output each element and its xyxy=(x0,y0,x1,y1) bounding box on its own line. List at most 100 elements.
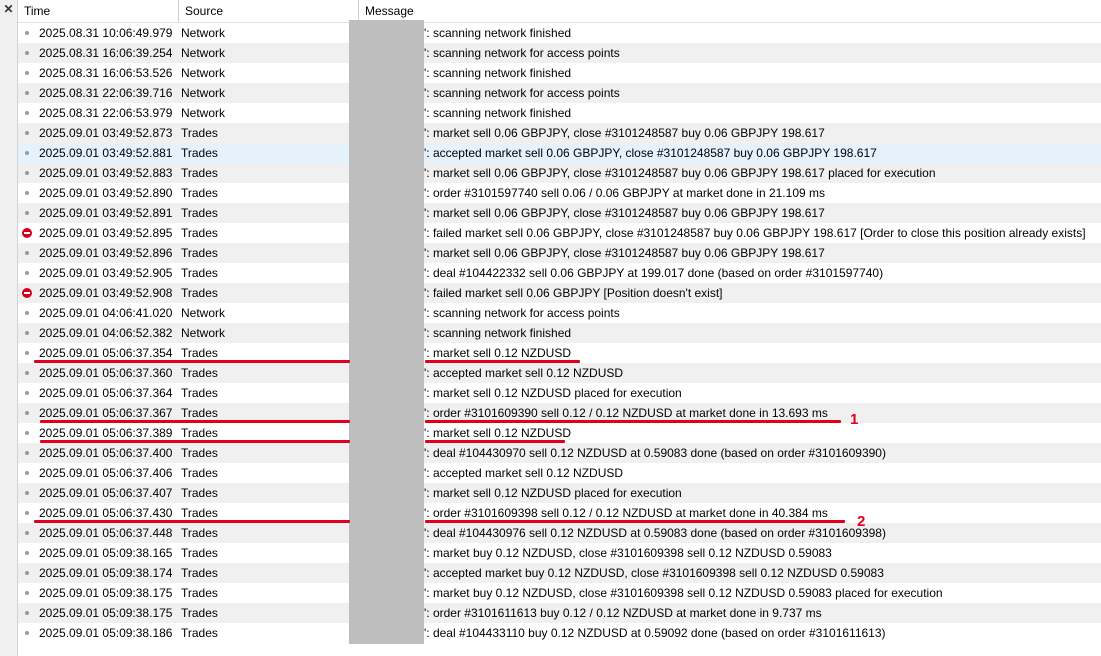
time-cell: 2025.09.01 05:06:37.360 xyxy=(39,366,173,380)
side-panel: ✕ ox xyxy=(0,0,18,656)
time-cell: 2025.09.01 05:06:37.406 xyxy=(39,466,173,480)
info-dot-icon xyxy=(22,103,34,123)
table-row[interactable]: 2025.09.01 05:09:38.165 Trades ': market b… xyxy=(18,543,1101,563)
table-row[interactable]: 2025.09.01 05:09:38.175 Trades ': market b… xyxy=(18,583,1101,603)
message-cell: ': accepted market sell 0.06 GBPJPY, clo… xyxy=(424,146,877,160)
info-dot-icon xyxy=(22,563,34,583)
annotation-underline xyxy=(425,360,580,363)
table-row[interactable]: 2025.09.01 05:06:37.406 Trades ': accepted… xyxy=(18,463,1101,483)
time-cell: 2025.08.31 16:06:53.526 xyxy=(39,66,173,80)
source-cell: Trades xyxy=(181,286,218,300)
table-row[interactable]: 2025.09.01 04:06:52.382 Network ': scannin… xyxy=(18,323,1101,343)
source-cell: Trades xyxy=(181,626,218,640)
journal-log-list: 2025.08.31 10:06:49.979 Network ': scannin… xyxy=(18,23,1101,643)
source-cell: Trades xyxy=(181,186,218,200)
column-header-source[interactable]: Source xyxy=(179,0,359,22)
table-row[interactable]: 2025.09.01 05:09:38.174 Trades ': accepted… xyxy=(18,563,1101,583)
info-dot-icon xyxy=(22,603,34,623)
journal-header: Time Source Message xyxy=(18,0,1101,23)
source-cell: Network xyxy=(181,26,226,40)
message-cell: ': market sell 0.06 GBPJPY, close #31012… xyxy=(424,126,825,140)
info-dot-icon xyxy=(22,23,34,43)
info-dot-icon xyxy=(22,263,34,283)
info-dot-icon xyxy=(22,243,34,263)
message-cell: ': market buy 0.12 NZDUSD, close #310160… xyxy=(424,586,943,600)
table-row[interactable]: 2025.09.01 05:06:37.360 Trades ': accepted… xyxy=(18,363,1101,383)
table-row[interactable]: 2025.09.01 03:49:52.905 Trades ': deal #10… xyxy=(18,263,1101,283)
message-cell: ': market sell 0.12 NZDUSD placed for ex… xyxy=(424,386,682,400)
time-cell: 2025.08.31 22:06:39.716 xyxy=(39,86,173,100)
table-row[interactable]: 2025.09.01 05:06:37.407 Trades ': market s… xyxy=(18,483,1101,503)
table-row[interactable]: 2025.09.01 05:09:38.186 Trades ': deal #10… xyxy=(18,623,1101,643)
table-row[interactable]: 2025.08.31 16:06:39.254 Network ': scannin… xyxy=(18,43,1101,63)
message-cell: ': failed market sell 0.06 GBPJPY [Posit… xyxy=(424,286,723,300)
table-row[interactable]: 2025.09.01 03:49:52.896 Trades ': market s… xyxy=(18,243,1101,263)
table-row[interactable]: 2025.09.01 03:49:52.881 Trades ': accepted… xyxy=(18,143,1101,163)
source-cell: Trades xyxy=(181,146,218,160)
source-cell: Network xyxy=(181,86,226,100)
table-row[interactable]: 2025.09.01 03:49:52.891 Trades ': market s… xyxy=(18,203,1101,223)
source-cell: Trades xyxy=(181,366,218,380)
redacted-area xyxy=(349,20,424,644)
source-cell: Trades xyxy=(181,566,218,580)
annotation-underline xyxy=(34,520,350,523)
table-row[interactable]: 2025.08.31 22:06:53.979 Network ': scannin… xyxy=(18,103,1101,123)
annotation-underline xyxy=(425,440,565,443)
message-cell: ': market sell 0.12 NZDUSD placed for ex… xyxy=(424,486,682,500)
source-cell: Trades xyxy=(181,546,218,560)
table-row[interactable]: 2025.08.31 10:06:49.979 Network ': scannin… xyxy=(18,23,1101,43)
message-cell: ': scanning network for access points xyxy=(424,86,620,100)
time-cell: 2025.09.01 03:49:52.873 xyxy=(39,126,173,140)
message-cell: ': scanning network finished xyxy=(424,326,572,340)
info-dot-icon xyxy=(22,583,34,603)
info-dot-icon xyxy=(22,463,34,483)
info-dot-icon xyxy=(22,323,34,343)
table-row[interactable]: 2025.09.01 05:06:37.448 Trades ': deal #10… xyxy=(18,523,1101,543)
info-dot-icon xyxy=(22,343,34,363)
info-dot-icon xyxy=(22,63,34,83)
info-dot-icon xyxy=(22,203,34,223)
source-cell: Network xyxy=(181,326,226,340)
time-cell: 2025.09.01 05:09:38.174 xyxy=(39,566,173,580)
error-icon xyxy=(22,223,34,243)
table-row[interactable]: 2025.08.31 22:06:39.716 Network ': scannin… xyxy=(18,83,1101,103)
table-row[interactable]: 2025.09.01 03:49:52.890 Trades ': order #3… xyxy=(18,183,1101,203)
table-row[interactable]: 2025.09.01 03:49:52.873 Trades ': market s… xyxy=(18,123,1101,143)
time-cell: 2025.09.01 03:49:52.890 xyxy=(39,186,173,200)
close-icon[interactable]: ✕ xyxy=(0,1,17,17)
message-cell: ': scanning network for access points xyxy=(424,46,620,60)
message-cell: ': accepted market sell 0.12 NZDUSD xyxy=(424,466,624,480)
source-cell: Trades xyxy=(181,586,218,600)
info-dot-icon xyxy=(22,143,34,163)
column-header-time[interactable]: Time xyxy=(18,0,179,22)
source-cell: Trades xyxy=(181,206,218,220)
table-row[interactable]: 2025.09.01 03:49:52.908 Trades ': failed m… xyxy=(18,283,1101,303)
source-cell: Trades xyxy=(181,526,218,540)
table-row[interactable]: 2025.09.01 04:06:41.020 Network ': scannin… xyxy=(18,303,1101,323)
column-header-message[interactable]: Message xyxy=(359,0,1101,22)
message-cell: ': order #3101597740 sell 0.06 / 0.06 GB… xyxy=(424,186,825,200)
source-cell: Trades xyxy=(181,446,218,460)
annotation-label-1: 1 xyxy=(850,411,859,428)
error-icon xyxy=(22,283,34,303)
message-cell: ': accepted market sell 0.12 NZDUSD xyxy=(424,366,624,380)
table-row[interactable]: 2025.09.01 05:06:37.364 Trades ': market s… xyxy=(18,383,1101,403)
message-cell: ': market sell 0.06 GBPJPY, close #31012… xyxy=(424,246,825,260)
time-cell: 2025.08.31 10:06:49.979 xyxy=(39,26,173,40)
annotation-underline xyxy=(34,360,350,363)
table-row[interactable]: 2025.09.01 03:49:52.895 Trades ': failed m… xyxy=(18,223,1101,243)
table-row[interactable]: 2025.09.01 05:06:37.400 Trades ': deal #10… xyxy=(18,443,1101,463)
message-cell: ': accepted market buy 0.12 NZDUSD, clos… xyxy=(424,566,884,580)
info-dot-icon xyxy=(22,183,34,203)
source-cell: Trades xyxy=(181,226,218,240)
table-row[interactable]: 2025.08.31 16:06:53.526 Network ': scannin… xyxy=(18,63,1101,83)
table-row[interactable]: 2025.09.01 05:09:38.175 Trades ': order #3… xyxy=(18,603,1101,623)
source-cell: Trades xyxy=(181,246,218,260)
time-cell: 2025.09.01 05:09:38.165 xyxy=(39,546,173,560)
time-cell: 2025.09.01 03:49:52.891 xyxy=(39,206,173,220)
annotation-underline xyxy=(40,420,350,423)
info-dot-icon xyxy=(22,443,34,463)
time-cell: 2025.09.01 03:49:52.905 xyxy=(39,266,173,280)
message-cell: ': deal #104422332 sell 0.06 GBPJPY at 1… xyxy=(424,266,884,280)
table-row[interactable]: 2025.09.01 03:49:52.883 Trades ': market s… xyxy=(18,163,1101,183)
